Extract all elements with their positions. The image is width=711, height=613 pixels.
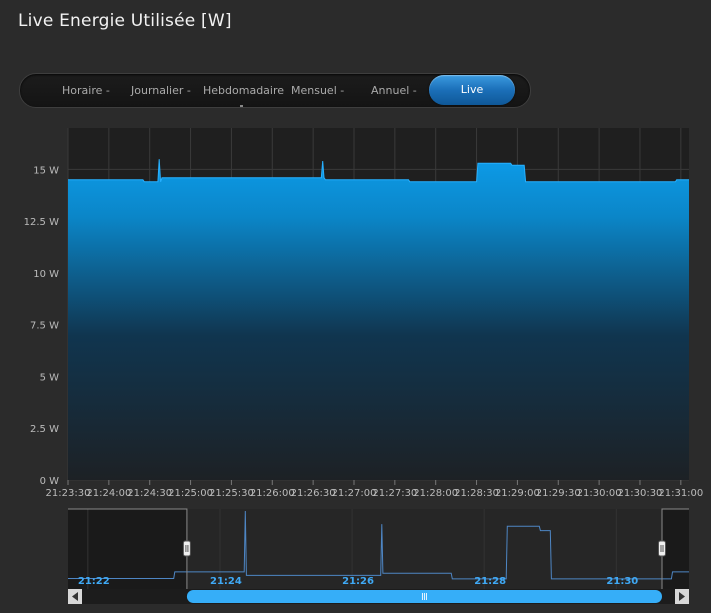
navigator-time-label: 21:30	[606, 576, 638, 587]
navigator-selected-range[interactable]	[186, 509, 662, 589]
handle-body[interactable]	[658, 540, 666, 557]
navigator-time-label: 21:28	[474, 576, 506, 587]
navigator-time-label: 21:26	[342, 576, 374, 587]
navigator-handle-left[interactable]	[182, 540, 191, 557]
navigator-time-label: 21:22	[78, 576, 110, 587]
handle-body[interactable]	[182, 540, 191, 557]
range-navigator[interactable]: 21:22 21:24 21:26 21:28 21:30	[0, 0, 711, 613]
navigator-time-label: 21:24	[210, 576, 242, 587]
navigator-handle-right[interactable]	[658, 540, 666, 557]
